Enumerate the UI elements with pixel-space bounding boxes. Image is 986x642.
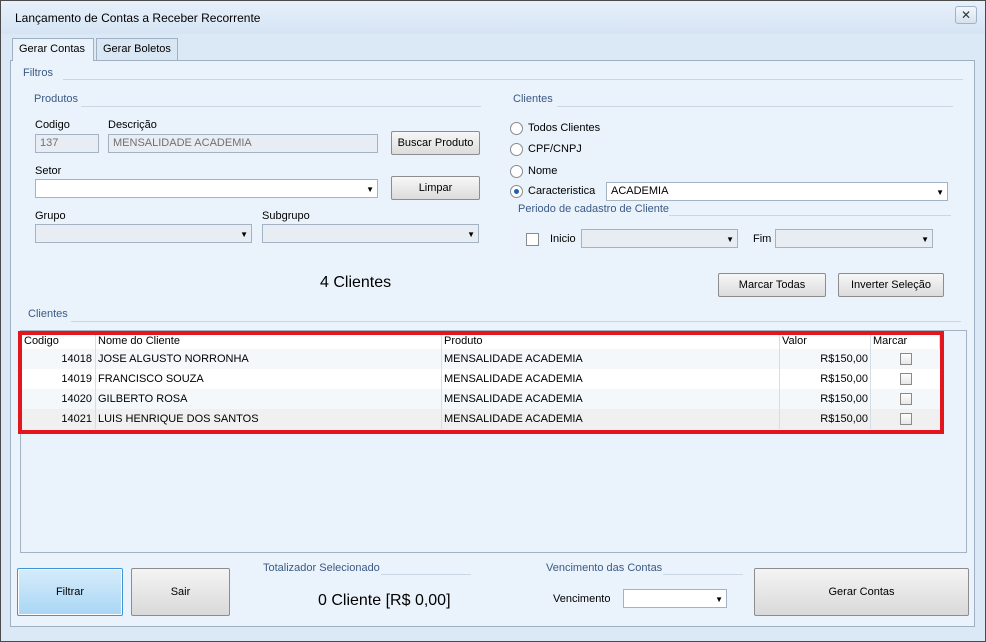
caracteristica-value: ACADEMIA [611, 185, 669, 197]
sair-label: Sair [170, 586, 191, 598]
vencimento-title: Vencimento das Contas [546, 562, 663, 574]
produtos-title: Produtos [34, 93, 79, 105]
fim-label: Fim [753, 233, 772, 245]
clientes-grid-title: Clientes [28, 308, 68, 320]
periodo-title: Periodo de cadastro de Cliente [518, 203, 670, 215]
totalizador-title: Totalizador Selecionado [263, 562, 380, 574]
radio-cpf-label: CPF/CNPJ [528, 143, 582, 155]
limpar-button[interactable]: Limpar [391, 176, 480, 200]
radio-caracteristica[interactable] [510, 185, 523, 198]
radio-todos-clientes[interactable] [510, 122, 523, 135]
buscar-produto-label: Buscar Produto [397, 137, 474, 149]
selection-highlight [18, 331, 944, 434]
caracteristica-select[interactable]: ACADEMIA ▼ [606, 182, 948, 201]
totalizador-value: 0 Cliente [R$ 0,00] [318, 592, 451, 609]
chevron-down-icon: ▼ [936, 188, 944, 197]
radio-nome[interactable] [510, 165, 523, 178]
totalizador-divider [381, 574, 471, 575]
vencimento-select[interactable]: ▼ [623, 589, 727, 608]
window-title: Lançamento de Contas a Receber Recorrent… [15, 11, 261, 25]
codigo-label: Codigo [35, 119, 70, 131]
descricao-value: MENSALIDADE ACADEMIA [113, 137, 252, 149]
chevron-down-icon: ▼ [366, 185, 374, 194]
marcar-todas-button[interactable]: Marcar Todas [718, 273, 826, 297]
clientes-filter-title: Clientes [513, 93, 553, 105]
periodo-divider [669, 215, 951, 216]
filtrar-label: Filtrar [55, 586, 85, 598]
vencimento-label: Vencimento [553, 593, 611, 605]
inverter-selecao-button[interactable]: Inverter Seleção [838, 273, 944, 297]
subgrupo-select[interactable]: ▼ [262, 224, 479, 243]
chevron-down-icon: ▼ [240, 230, 248, 239]
clientes-filter-divider [557, 106, 953, 107]
codigo-field[interactable]: 137 [35, 134, 99, 153]
filtrar-button[interactable]: Filtrar [17, 568, 123, 616]
inicio-select[interactable]: ▼ [581, 229, 738, 248]
tab-label: Gerar Contas [19, 43, 86, 55]
chevron-down-icon: ▼ [467, 230, 475, 239]
filtros-divider [63, 79, 963, 80]
close-button[interactable]: ✕ [955, 6, 977, 24]
produtos-divider [81, 106, 481, 107]
radio-caracteristica-label: Caracteristica [528, 185, 596, 197]
descricao-label: Descrição [108, 119, 157, 131]
vencimento-divider [663, 574, 743, 575]
radio-todos-label: Todos Clientes [528, 122, 601, 134]
inicio-label: Inicio [550, 233, 576, 245]
inverter-selecao-label: Inverter Seleção [850, 279, 932, 291]
chevron-down-icon: ▼ [726, 235, 734, 244]
chevron-down-icon: ▼ [921, 235, 929, 244]
subgrupo-label: Subgrupo [262, 210, 310, 222]
periodo-checkbox[interactable] [526, 233, 539, 246]
title-bar: Lançamento de Contas a Receber Recorrent… [1, 1, 985, 34]
gerar-contas-label: Gerar Contas [828, 586, 895, 598]
grupo-select[interactable]: ▼ [35, 224, 252, 243]
gerar-contas-button[interactable]: Gerar Contas [754, 568, 969, 616]
chevron-down-icon: ▼ [715, 595, 723, 604]
radio-nome-label: Nome [528, 165, 558, 177]
close-icon: ✕ [960, 8, 972, 22]
clientes-count: 4 Clientes [320, 274, 392, 291]
radio-cpf-cnpj[interactable] [510, 143, 523, 156]
filtros-title: Filtros [23, 67, 53, 79]
buscar-produto-button[interactable]: Buscar Produto [391, 131, 480, 155]
tab-label: Gerar Boletos [103, 43, 171, 55]
fim-select[interactable]: ▼ [775, 229, 933, 248]
clientes-grid-divider [71, 321, 961, 322]
sair-button[interactable]: Sair [131, 568, 230, 616]
marcar-todas-label: Marcar Todas [738, 279, 806, 291]
codigo-value: 137 [40, 137, 59, 149]
app-window: Lançamento de Contas a Receber Recorrent… [0, 0, 986, 642]
tab-gerar-contas[interactable]: Gerar Contas [12, 38, 94, 61]
grupo-label: Grupo [35, 210, 66, 222]
setor-select[interactable]: ▼ [35, 179, 378, 198]
limpar-label: Limpar [418, 182, 453, 194]
setor-label: Setor [35, 165, 62, 177]
tab-gerar-boletos[interactable]: Gerar Boletos [96, 38, 178, 60]
descricao-field[interactable]: MENSALIDADE ACADEMIA [108, 134, 378, 153]
